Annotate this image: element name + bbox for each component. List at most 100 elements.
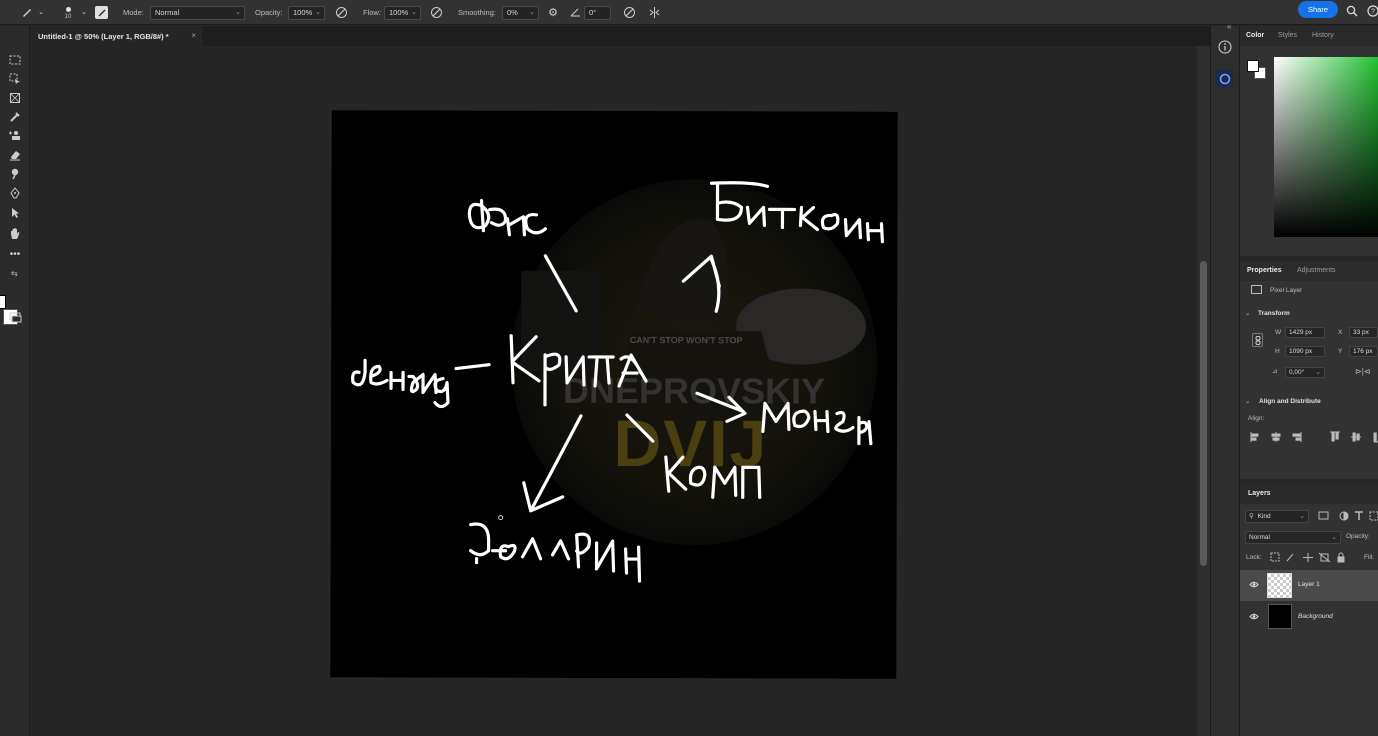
- tab-properties[interactable]: Properties: [1247, 267, 1282, 274]
- angle-field[interactable]: 0°: [584, 6, 611, 20]
- opacity-label: Opacity:: [255, 8, 283, 17]
- height-field[interactable]: 1090 px: [1285, 346, 1325, 357]
- tab-layers[interactable]: Layers: [1248, 490, 1271, 497]
- tab-history[interactable]: History: [1312, 32, 1334, 39]
- crop-tool-icon[interactable]: [7, 90, 23, 106]
- opacity-field[interactable]: 100% ⌄: [288, 6, 325, 20]
- layer-row[interactable]: Background: [1240, 601, 1378, 632]
- angle-field[interactable]: 0,00° ⌄: [1285, 367, 1325, 378]
- airbrush-icon[interactable]: [429, 5, 443, 19]
- gear-icon[interactable]: ⚙: [546, 5, 560, 19]
- move-arrow-tool-icon[interactable]: [7, 205, 23, 221]
- collapse-panels-icon[interactable]: «: [1227, 22, 1231, 31]
- chevron-down-icon[interactable]: ⌄: [1245, 397, 1250, 405]
- chevron-down-icon[interactable]: ⌄: [1245, 309, 1250, 317]
- width-field[interactable]: 1429 px: [1285, 327, 1325, 338]
- y-field[interactable]: 176 px: [1349, 346, 1378, 357]
- smoothing-value: 0%: [507, 8, 518, 17]
- screen-mode-icon[interactable]: [7, 309, 23, 325]
- brush-preset-picker[interactable]: 10: [58, 3, 78, 23]
- brush-tool-icon[interactable]: [20, 5, 34, 19]
- blend-mode-select[interactable]: Normal ⌄: [1245, 531, 1341, 544]
- w-label: W: [1275, 329, 1282, 336]
- visibility-eye-icon[interactable]: [1249, 613, 1259, 622]
- layer-row[interactable]: Layer 1: [1240, 570, 1378, 601]
- chevron-down-icon: ⌄: [315, 9, 321, 16]
- color-picker-field[interactable]: [1274, 57, 1378, 237]
- mode-label: Mode:: [123, 8, 144, 17]
- fg-color-chip[interactable]: [1247, 60, 1259, 72]
- foreground-color-swatch[interactable]: [0, 295, 6, 309]
- smudge-tool-icon[interactable]: [7, 166, 23, 182]
- scrollbar-thumb[interactable]: [1200, 261, 1207, 566]
- angle-value: 0,00°: [1289, 369, 1305, 376]
- hand-tool-icon[interactable]: [7, 225, 23, 241]
- brush-size-label: 10: [64, 13, 72, 20]
- width-value: 1429 px: [1289, 329, 1313, 336]
- more-tools-icon[interactable]: •••: [7, 246, 23, 262]
- lock-icons[interactable]: [1270, 552, 1350, 563]
- logo-initials: DVIJ: [613, 406, 768, 480]
- chevron-down-icon[interactable]: ⌄: [80, 8, 88, 16]
- tab-color[interactable]: Color: [1246, 32, 1264, 39]
- swap-colors-icon[interactable]: ⇆: [11, 269, 18, 278]
- chevron-down-icon: ⌄: [1299, 513, 1305, 520]
- flip-horizontal-icon[interactable]: ⊳|⊲: [1355, 367, 1370, 376]
- color-panel-tabs: Color Styles History: [1240, 26, 1378, 46]
- mode-value: Normal: [155, 8, 180, 17]
- help-icon[interactable]: ?: [1366, 4, 1378, 18]
- document-tab-bar: Untitled-1 @ 50% (Layer 1, RGB/8#) * ×: [30, 26, 1210, 46]
- pressure-size-icon[interactable]: [622, 5, 636, 19]
- marquee-tool-icon[interactable]: [7, 52, 23, 68]
- chevron-down-icon: ⌄: [1315, 369, 1321, 376]
- object-select-tool-icon[interactable]: [7, 71, 23, 87]
- mode-select[interactable]: Normal ⌄: [150, 6, 245, 20]
- pixel-layer-icon: [1251, 285, 1262, 294]
- visibility-eye-icon[interactable]: [1249, 581, 1259, 590]
- blend-mode-value: Normal: [1249, 534, 1270, 541]
- close-icon[interactable]: ×: [191, 31, 196, 40]
- pressure-opacity-icon[interactable]: [334, 5, 348, 19]
- x-value: 33 px: [1353, 329, 1369, 336]
- opacity-value: 100%: [293, 8, 313, 17]
- options-bar: ⌄ 10 ⌄ Mode: Normal ⌄ Opacity: 100% ⌄ Fl…: [0, 0, 1378, 25]
- document-canvas[interactable]: DNEPROVSKIY DVIJ CAN'T STOP WON'T STOP: [330, 110, 898, 679]
- chevron-down-icon: ⌄: [411, 9, 417, 16]
- y-value: 176 px: [1353, 348, 1373, 355]
- brush-settings-icon[interactable]: [95, 6, 108, 19]
- chevron-down-icon: ⌄: [529, 9, 535, 16]
- x-field[interactable]: 33 px: [1349, 327, 1378, 338]
- chevron-down-icon[interactable]: ⌄: [37, 8, 45, 16]
- color-wheel-icon[interactable]: [1216, 70, 1233, 87]
- svg-text:?: ?: [1371, 9, 1375, 16]
- layer-filter-select[interactable]: ⚲ Kind ⌄: [1245, 510, 1309, 523]
- layers-panel-tabs: Layers: [1240, 484, 1378, 504]
- tools-panel: ••• ⇆: [0, 26, 30, 736]
- word-dollary: [468, 522, 642, 583]
- link-dimensions-icon[interactable]: [1252, 333, 1263, 347]
- healing-tool-icon[interactable]: [7, 128, 23, 144]
- layer-name: Background: [1298, 613, 1333, 620]
- vertical-scrollbar[interactable]: [1197, 46, 1210, 736]
- share-button[interactable]: Share: [1298, 1, 1338, 18]
- align-buttons: [1250, 431, 1378, 443]
- height-value: 1090 px: [1289, 348, 1313, 355]
- angle-value: 0°: [589, 8, 597, 17]
- tab-adjustments[interactable]: Adjustments: [1297, 267, 1336, 274]
- pen-tool-icon[interactable]: [7, 185, 23, 201]
- eraser-tool-icon[interactable]: [7, 147, 23, 163]
- eyedropper-tool-icon[interactable]: [7, 109, 23, 125]
- document-tab[interactable]: Untitled-1 @ 50% (Layer 1, RGB/8#) * ×: [30, 26, 202, 46]
- logo-subtext: CAN'T STOP WON'T STOP: [630, 335, 743, 345]
- smoothing-field[interactable]: 0% ⌄: [502, 6, 539, 20]
- align-distribute-label: Align and Distribute: [1259, 398, 1321, 405]
- symmetry-icon[interactable]: [647, 5, 661, 19]
- lock-label: Lock:: [1246, 554, 1262, 561]
- search-icon[interactable]: [1345, 4, 1359, 18]
- document-title: Untitled-1 @ 50% (Layer 1, RGB/8#) *: [38, 31, 169, 41]
- flow-field[interactable]: 100% ⌄: [384, 6, 421, 20]
- word-ofis: [467, 199, 548, 237]
- word-dengi: [351, 358, 491, 409]
- tab-styles[interactable]: Styles: [1278, 32, 1297, 39]
- info-icon[interactable]: [1218, 40, 1232, 54]
